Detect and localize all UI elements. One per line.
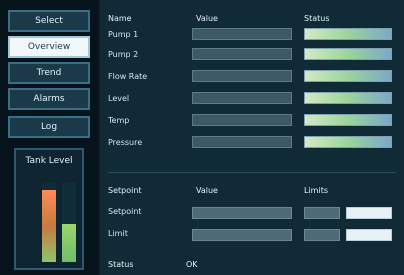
value-field-2[interactable] (192, 48, 292, 60)
status-field-5 (304, 114, 392, 126)
status-value: OK (186, 260, 198, 269)
value-field-1[interactable] (192, 28, 292, 40)
row-label-2: Pump 2 (108, 50, 139, 59)
setpoint-limit-2a[interactable] (304, 229, 340, 241)
row-label-6: Pressure (108, 138, 143, 147)
value-field-4[interactable] (192, 92, 292, 104)
row-label-5: Temp (108, 116, 130, 125)
column-header-status: Status (304, 14, 330, 23)
level-bar-2-fill (62, 223, 76, 262)
column-header-value: Value (196, 14, 218, 23)
level-bar-1-fill (42, 190, 56, 262)
column-header-name: Name (108, 14, 132, 23)
status-field-2 (304, 48, 392, 60)
section-header-setpoint: Setpoint (108, 186, 142, 195)
sidebar-item-alarms[interactable]: Alarms (8, 88, 90, 110)
setpoint-limit-1b[interactable] (346, 207, 392, 219)
status-field-3 (304, 70, 392, 82)
setpoint-row-1-label: Setpoint (108, 207, 142, 216)
setpoint-value-2[interactable] (192, 229, 292, 241)
sidebar-item-trend[interactable]: Trend (8, 62, 90, 84)
section-header-value: Value (196, 186, 218, 195)
section-divider (108, 172, 396, 173)
tank-level-meter: Tank Level (14, 148, 84, 270)
value-field-3[interactable] (192, 70, 292, 82)
setpoint-row-2-label: Limit (108, 229, 128, 238)
setpoint-limit-2b[interactable] (346, 229, 392, 241)
sidebar-item-overview[interactable]: Overview (8, 36, 90, 58)
status-field-6 (304, 136, 392, 148)
level-bar-1 (42, 182, 56, 262)
setpoint-row-2: Limit (108, 226, 398, 244)
row-label-4: Level (108, 94, 130, 103)
status-field-1 (304, 28, 392, 40)
setpoint-value-1[interactable] (192, 207, 292, 219)
section-header-limits: Limits (304, 186, 328, 195)
value-field-5[interactable] (192, 114, 292, 126)
row-label-3: Flow Rate (108, 72, 148, 81)
sidebar-item-log[interactable]: Log (8, 116, 90, 138)
setpoint-limit-1a[interactable] (304, 207, 340, 219)
setpoint-row-1: Setpoint (108, 204, 398, 222)
sidebar-item-select[interactable]: Select (8, 10, 90, 32)
sidebar: Select Overview Trend Alarms Log Tank Le… (0, 0, 98, 275)
tank-level-title: Tank Level (25, 156, 73, 166)
main-panel: Name Value Status Pump 1 Pump 2 Flow Rat… (100, 0, 404, 275)
status-label: Status (108, 260, 134, 269)
value-field-6[interactable] (192, 136, 292, 148)
row-label-1: Pump 1 (108, 30, 139, 39)
level-bar-2 (62, 182, 76, 262)
status-field-4 (304, 92, 392, 104)
